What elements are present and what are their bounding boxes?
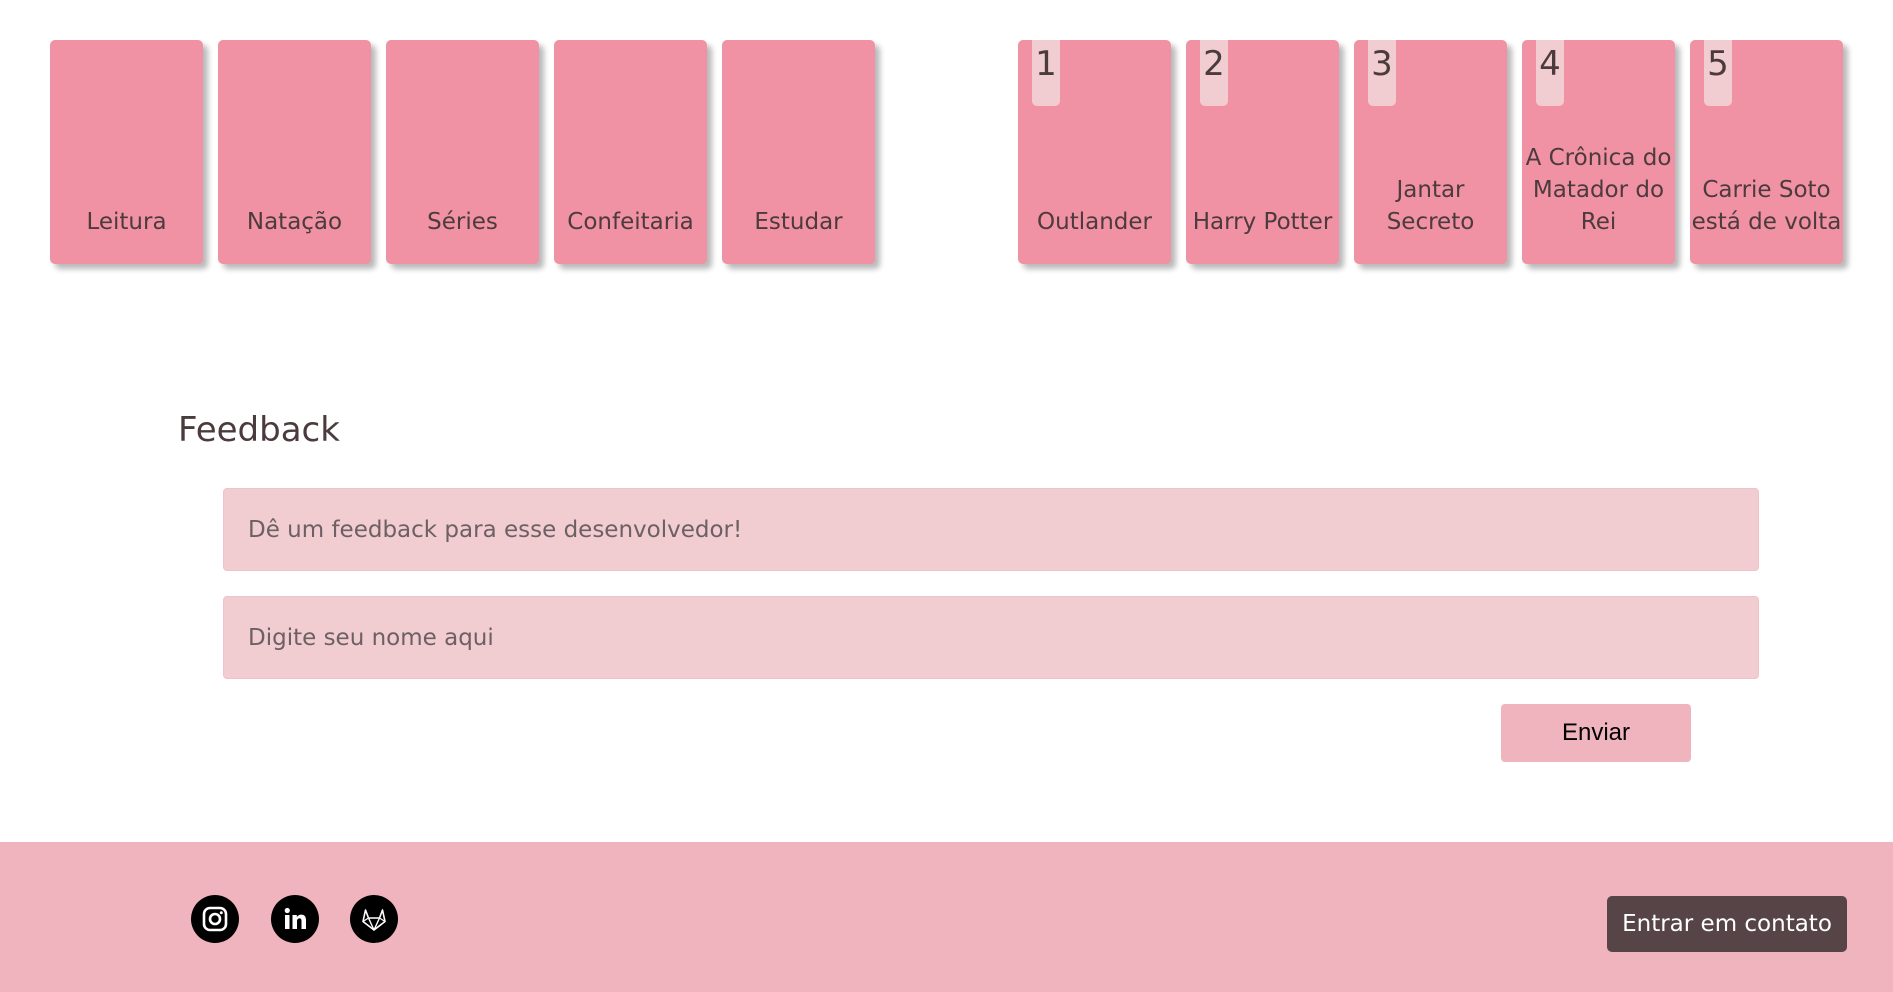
feedback-input[interactable] [223, 488, 1759, 571]
instagram-icon[interactable] [191, 895, 239, 943]
hobby-card-label: Séries [427, 209, 498, 235]
rank-badge: 5 [1704, 40, 1732, 106]
hobby-card-label: Leitura [86, 209, 167, 235]
rank-badge: 4 [1536, 40, 1564, 106]
hobby-card-label: Natação [246, 209, 343, 235]
hobby-card-series: Séries [386, 40, 539, 264]
hobby-card-confeitaria: Confeitaria [554, 40, 707, 264]
book-card-title: Carrie Soto está de volta [1691, 177, 1842, 235]
book-card-4: 4 A Crônica do Matador do Rei [1522, 40, 1675, 264]
book-card-5: 5 Carrie Soto está de volta [1690, 40, 1843, 264]
contact-button[interactable]: Entrar em contato [1607, 896, 1847, 952]
send-button[interactable]: Enviar [1501, 704, 1691, 762]
feedback-title: Feedback [178, 410, 340, 450]
gitlab-icon[interactable] [350, 895, 398, 943]
book-card-1: 1 Outlander [1018, 40, 1171, 264]
name-input[interactable] [223, 596, 1759, 679]
book-card-3: 3 Jantar Secreto [1354, 40, 1507, 264]
rank-badge: 2 [1200, 40, 1228, 106]
book-card-title: Outlander [1037, 209, 1152, 235]
rank-badge: 3 [1368, 40, 1396, 106]
hobby-card-estudar: Estudar [722, 40, 875, 264]
hobby-card-natacao: Natação [218, 40, 371, 264]
hobby-card-leitura: Leitura [50, 40, 203, 264]
hobby-card-label: Confeitaria [567, 209, 694, 235]
footer: Entrar em contato [0, 842, 1893, 992]
linkedin-icon[interactable] [271, 895, 319, 943]
book-card-title: Harry Potter [1192, 209, 1333, 235]
hobby-card-label: Estudar [754, 209, 843, 235]
rank-badge: 1 [1032, 40, 1060, 106]
book-card-title: Jantar Secreto [1386, 177, 1475, 235]
book-card-title: A Crônica do Matador do Rei [1525, 145, 1672, 235]
book-card-2: 2 Harry Potter [1186, 40, 1339, 264]
